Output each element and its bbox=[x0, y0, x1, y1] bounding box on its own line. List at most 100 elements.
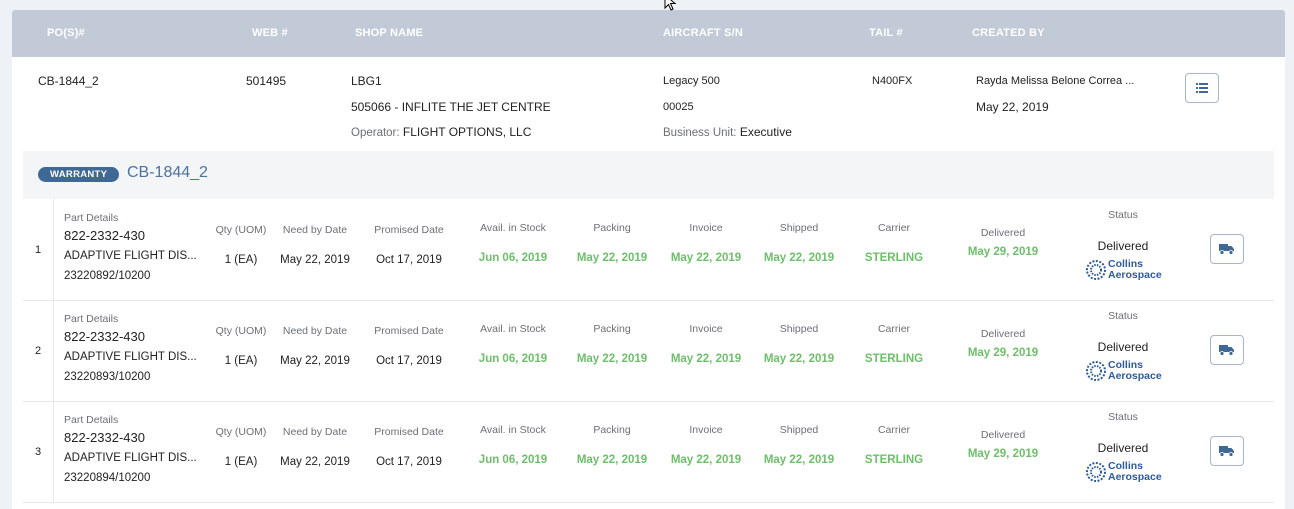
promised-value: Oct 17, 2019 bbox=[376, 254, 442, 266]
shipped-label: Shipped bbox=[779, 222, 819, 234]
promised-label: Promised Date bbox=[374, 224, 444, 236]
shipped-value: May 22, 2019 bbox=[763, 454, 835, 466]
shop-code: LBG1 bbox=[351, 74, 382, 88]
qty-label: Qty (UOM) bbox=[215, 224, 267, 236]
need-by-label: Need by Date bbox=[282, 325, 348, 337]
part-reference: 23220893/10200 bbox=[64, 371, 151, 383]
delivered-value: May 29, 2019 bbox=[967, 448, 1039, 460]
col-tail: TAIL # bbox=[869, 27, 903, 39]
line-item-row: 1 Part Details 822-2332-430 ADAPTIVE FLI… bbox=[23, 199, 1274, 301]
line-item-row: 2 Part Details 822-2332-430 ADAPTIVE FLI… bbox=[23, 300, 1274, 402]
track-shipment-button[interactable] bbox=[1210, 234, 1244, 264]
invoice-value: May 22, 2019 bbox=[670, 252, 742, 264]
need-by-label: Need by Date bbox=[282, 224, 348, 236]
carrier-value: STERLING bbox=[864, 454, 924, 466]
qty-value: 1 (EA) bbox=[224, 456, 258, 468]
need-by-value: May 22, 2019 bbox=[280, 456, 350, 468]
status-label: Status bbox=[1108, 411, 1138, 423]
col-shop-name: SHOP NAME bbox=[355, 27, 424, 39]
collins-logo-mark-icon bbox=[1086, 260, 1106, 280]
collins-logo-mark-icon bbox=[1086, 462, 1106, 482]
carrier-value: STERLING bbox=[864, 353, 924, 365]
operator-value: FLIGHT OPTIONS, LLC bbox=[402, 125, 532, 139]
warranty-title: CB-1844_2 bbox=[127, 164, 208, 181]
collins-aerospace-logo: Collins Aerospace bbox=[1086, 360, 1164, 384]
col-created-by: CREATED BY bbox=[972, 27, 1045, 39]
qty-value: 1 (EA) bbox=[224, 355, 258, 367]
part-reference: 23220894/10200 bbox=[64, 472, 151, 484]
promised-value: Oct 17, 2019 bbox=[376, 456, 442, 468]
truck-icon bbox=[1219, 446, 1234, 457]
aircraft-model: Legacy 500 bbox=[663, 75, 720, 87]
created-date: May 22, 2019 bbox=[976, 100, 1049, 114]
logo-text: Collins Aerospace bbox=[1108, 461, 1162, 483]
delivered-label: Delivered bbox=[980, 328, 1026, 340]
mouse-cursor-icon bbox=[664, 0, 677, 11]
part-details-label: Part Details bbox=[64, 212, 119, 224]
logo-line-2: Aerospace bbox=[1108, 269, 1162, 281]
invoice-label: Invoice bbox=[689, 323, 723, 335]
warranty-bar: WARRANTY CB-1844_2 bbox=[23, 151, 1274, 199]
stock-value: Jun 06, 2019 bbox=[478, 353, 548, 365]
part-number: 822-2332-430 bbox=[64, 329, 145, 344]
promised-label: Promised Date bbox=[374, 325, 444, 337]
stock-value: Jun 06, 2019 bbox=[478, 252, 548, 264]
line-number-cell: 2 bbox=[23, 300, 54, 401]
col-web: WEB # bbox=[252, 27, 288, 39]
qty-label: Qty (UOM) bbox=[215, 325, 267, 337]
business-unit: Business Unit: Executive bbox=[663, 125, 792, 139]
shipped-label: Shipped bbox=[779, 424, 819, 436]
delivered-label: Delivered bbox=[980, 429, 1026, 441]
carrier-label: Carrier bbox=[877, 424, 911, 436]
shipped-label: Shipped bbox=[779, 323, 819, 335]
line-item-row: 3 Part Details 822-2332-430 ADAPTIVE FLI… bbox=[23, 401, 1274, 503]
invoice-value: May 22, 2019 bbox=[670, 353, 742, 365]
logo-text: Collins Aerospace bbox=[1108, 259, 1162, 281]
status-label: Status bbox=[1108, 310, 1138, 322]
need-by-value: May 22, 2019 bbox=[280, 355, 350, 367]
line-number: 1 bbox=[35, 244, 42, 256]
logo-line-2: Aerospace bbox=[1108, 370, 1162, 382]
qty-value: 1 (EA) bbox=[224, 254, 258, 266]
col-po: PO(S)# bbox=[47, 27, 85, 39]
line-number-cell: 3 bbox=[23, 401, 54, 502]
operator: Operator: FLIGHT OPTIONS, LLC bbox=[351, 125, 531, 139]
invoice-label: Invoice bbox=[689, 424, 723, 436]
status-value: Delivered bbox=[1097, 441, 1149, 455]
line-number-cell: 1 bbox=[23, 199, 54, 300]
order-details-button[interactable] bbox=[1185, 73, 1219, 103]
carrier-label: Carrier bbox=[877, 323, 911, 335]
web-number: 501495 bbox=[246, 74, 287, 88]
order-panel: PO(S)# WEB # SHOP NAME AIRCRAFT S/N TAIL… bbox=[12, 10, 1285, 509]
carrier-value: STERLING bbox=[864, 252, 924, 264]
operator-label: Operator: bbox=[351, 127, 400, 139]
delivered-value: May 29, 2019 bbox=[967, 347, 1039, 359]
status-label: Status bbox=[1108, 209, 1138, 221]
col-aircraft-sn: AIRCRAFT S/N bbox=[663, 27, 744, 39]
line-number: 3 bbox=[35, 446, 42, 458]
collins-aerospace-logo: Collins Aerospace bbox=[1086, 259, 1164, 283]
tail-number: N400FX bbox=[872, 75, 913, 87]
po-number: CB-1844_2 bbox=[38, 74, 99, 88]
part-details-label: Part Details bbox=[64, 414, 119, 426]
packing-label: Packing bbox=[593, 222, 631, 234]
logo-line-2: Aerospace bbox=[1108, 471, 1162, 483]
line-number: 2 bbox=[35, 345, 42, 357]
aircraft-serial: 00025 bbox=[663, 101, 694, 113]
qty-label: Qty (UOM) bbox=[215, 426, 267, 438]
truck-icon bbox=[1219, 244, 1234, 255]
packing-value: May 22, 2019 bbox=[576, 454, 648, 466]
collins-logo-mark-icon bbox=[1086, 361, 1106, 381]
packing-value: May 22, 2019 bbox=[576, 353, 648, 365]
packing-label: Packing bbox=[593, 323, 631, 335]
status-value: Delivered bbox=[1097, 340, 1149, 354]
track-shipment-button[interactable] bbox=[1210, 436, 1244, 466]
stock-label: Avail. in Stock bbox=[480, 424, 546, 436]
track-shipment-button[interactable] bbox=[1210, 335, 1244, 365]
list-icon bbox=[1196, 83, 1208, 93]
need-by-label: Need by Date bbox=[282, 426, 348, 438]
created-by: Rayda Melissa Belone Correa ... bbox=[976, 75, 1135, 87]
part-description: ADAPTIVE FLIGHT DIS... bbox=[64, 452, 197, 464]
truck-icon bbox=[1219, 345, 1234, 356]
collins-aerospace-logo: Collins Aerospace bbox=[1086, 461, 1164, 485]
